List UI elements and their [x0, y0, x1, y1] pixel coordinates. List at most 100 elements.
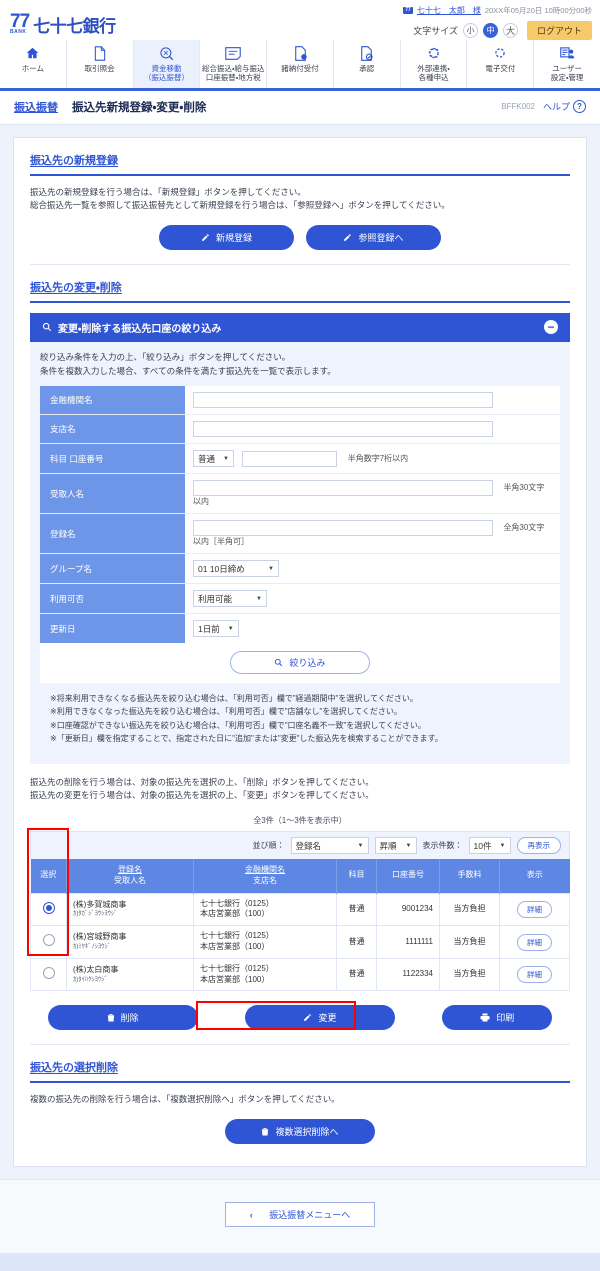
- nav-label-e-delivery: 電子交付: [485, 64, 516, 73]
- filter-header-left: 変更・削除する振込先口座の絞り込み: [42, 320, 221, 335]
- row-account: 1111111: [376, 925, 440, 959]
- text-size-small-button[interactable]: 小: [462, 23, 478, 38]
- header-right: 77 七十七 太郎 様 20XX年05月20日 10時00分00秒 文字サイズ …: [403, 4, 592, 40]
- filter-panel-header[interactable]: 変更・削除する振込先口座の絞り込み −: [30, 312, 570, 342]
- logout-button[interactable]: ログアウト: [526, 21, 592, 40]
- result-table-wrapper: 選択 登録名 受取人名 金融機関名 支店名 科目 口座番号 手数料 表示 (株)…: [27, 828, 570, 992]
- sort-field-select[interactable]: 登録名 ▼: [290, 837, 369, 855]
- col-name: 登録名 受取人名: [66, 859, 194, 894]
- row-detail-button[interactable]: 詳細: [517, 900, 552, 918]
- account-type-select[interactable]: 普通 ▼: [193, 450, 234, 468]
- update-date-select[interactable]: 1日前 ▼: [193, 620, 239, 638]
- table-row[interactable]: (株)宮城野商事 ｶ)ﾐﾔｷﾞﾉｼﾖｳｼﾞ 七十七銀行（0125） 本店営業部（…: [30, 925, 570, 959]
- nav-label-inquiry: 取引照会: [84, 64, 115, 73]
- filter-row-availability: 利用可否 利用可能 ▼: [40, 583, 560, 615]
- reference-register-button[interactable]: 参照登録へ: [306, 224, 441, 250]
- row-radio[interactable]: [42, 901, 55, 914]
- titlebar-right: BFFK002 ヘルプ ?: [501, 100, 586, 114]
- row-detail-button[interactable]: 詳細: [517, 933, 552, 951]
- home-icon: [1, 45, 65, 61]
- printer-icon: [480, 1013, 490, 1022]
- action-instructions: 振込先の削除を行う場合は、対象の振込先を選択の上、「削除」ボタンを押してください…: [30, 776, 570, 803]
- recipients-table-body: (株)多賀城商事 ｶ)ﾀｶﾞｼﾞﾖｳｼﾖｳｼﾞ 七十七銀行（0125） 本店営業…: [30, 892, 570, 992]
- new-register-description: 振込先の新規登録を行う場合は、「新規登録」ボタンを押してください。 総合振込先一…: [30, 186, 570, 213]
- text-size-medium-button[interactable]: 中: [482, 23, 498, 38]
- filter-note-item: ※利用できなくなった振込先を絞り込む場合は、「利用可否」欄で"店舗なし"を選択し…: [50, 707, 402, 717]
- trash-icon: [261, 1127, 269, 1136]
- header-top-row: 77 BANK 七十七銀行 77 七十七 太郎 様 20XX年05月20日 10…: [0, 2, 600, 40]
- col-fee: 手数料: [439, 859, 500, 894]
- main-card: 振込先の新規登録 振込先の新規登録を行う場合は、「新規登録」ボタンを押してくださ…: [13, 136, 587, 1168]
- sort-order-select[interactable]: 昇順 ▼: [374, 837, 417, 855]
- delete-button[interactable]: 削除: [47, 1005, 198, 1031]
- row-subject: 普通: [336, 925, 377, 959]
- user-settings-icon: [535, 45, 599, 61]
- global-nav: ホーム 取引照会 資金移動 （振込振替） 総合振込・給与振込 口座振替・地方税: [0, 40, 600, 88]
- row-radio[interactable]: [42, 934, 55, 947]
- bank-name-input[interactable]: [193, 392, 493, 409]
- branch-name-input[interactable]: [193, 421, 493, 438]
- modify-button[interactable]: 変更: [244, 1005, 395, 1031]
- row-name: (株)多賀城商事: [73, 899, 127, 909]
- col-subject: 科目: [336, 859, 377, 894]
- bank-mark-sub: BANK: [10, 29, 27, 36]
- refresh-button[interactable]: 再表示: [516, 837, 561, 855]
- back-to-menu-button[interactable]: ‹ 振込振替メニューへ: [225, 1202, 375, 1228]
- per-page-select[interactable]: 10件 ▼: [468, 837, 511, 855]
- account-number-input[interactable]: [242, 450, 338, 467]
- nav-item-home[interactable]: ホーム: [0, 40, 66, 88]
- row-name: (株)太白商事: [73, 964, 119, 974]
- nav-item-external-link[interactable]: 外部連携・ 各種申込: [399, 40, 467, 88]
- filter-panel-body: 絞り込み条件を入力の上、「絞り込み」ボタンを押してください。 条件を複数入力した…: [30, 341, 570, 764]
- section-title-multi-delete: 振込先の選択削除: [30, 1059, 570, 1084]
- help-label: ヘルプ: [542, 102, 570, 113]
- section-divider: [30, 1044, 570, 1046]
- availability-select[interactable]: 利用可能 ▼: [193, 590, 267, 608]
- bank-logo: 77 BANK 七十七銀行: [10, 12, 116, 37]
- text-size-large-button[interactable]: 大: [502, 23, 518, 38]
- new-register-desc-line2: 総合振込先一覧を参照して振込振替先として新規登録を行う場合は、「参照登録へ」ボタ…: [30, 200, 450, 211]
- row-kana: ｶ)ﾐﾔｷﾞﾉｼﾖｳｼﾞ: [73, 943, 111, 951]
- filter-row-bank-name: 金融機関名: [40, 386, 560, 416]
- filter-submit-label: 絞り込み: [289, 658, 326, 669]
- chevron-down-icon: ▼: [227, 625, 234, 632]
- row-account: 1122334: [376, 957, 440, 992]
- table-row[interactable]: (株)太白商事 ｶ)ﾀｲﾊｸｼﾖｳｼﾞ 七十七銀行（0125） 本店営業部（10…: [30, 957, 570, 992]
- chevron-left-icon: ‹: [249, 1210, 253, 1221]
- nav-item-e-delivery[interactable]: 電子交付: [466, 40, 533, 88]
- nav-item-inquiry[interactable]: 取引照会: [65, 40, 133, 88]
- nav-item-user-settings[interactable]: ユーザー 設定・管理: [533, 40, 600, 88]
- minus-circle-icon[interactable]: −: [544, 320, 558, 335]
- nav-item-approval[interactable]: 承認: [332, 40, 400, 88]
- recipients-table-head: 選択 登録名 受取人名 金融機関名 支店名 科目 口座番号 手数料 表示: [30, 859, 570, 894]
- screen-code: BFFK002: [501, 102, 535, 112]
- breadcrumb-category[interactable]: 振込振替: [14, 99, 58, 115]
- table-row[interactable]: (株)多賀城商事 ｶ)ﾀｶﾞｼﾞﾖｳｼﾖｳｼﾞ 七十七銀行（0125） 本店営業…: [30, 892, 570, 927]
- section-divider: [30, 263, 570, 265]
- filter-submit-button[interactable]: 絞り込み: [230, 651, 370, 675]
- search-icon: [274, 658, 283, 667]
- result-count: 全3件（1～3件を表示中）: [253, 816, 347, 826]
- recipient-name-input[interactable]: [193, 480, 493, 497]
- row-radio[interactable]: [42, 966, 55, 979]
- result-sortbar: 並び順： 登録名 ▼ 昇順 ▼ 表示件数： 10件 ▼ 再表示: [30, 831, 570, 860]
- new-register-button[interactable]: 新規登録: [159, 224, 294, 250]
- nav-item-bulk-transfer[interactable]: 総合振込・給与振込 口座振替・地方税: [199, 40, 266, 88]
- result-action-buttons: 削除 変更 印刷: [30, 1001, 570, 1031]
- row-bank: 七十七銀行（0125）: [200, 931, 274, 941]
- nav-item-payments[interactable]: 諸納付受付: [266, 40, 333, 88]
- row-detail-button[interactable]: 詳細: [517, 966, 552, 984]
- multi-delete-button[interactable]: 複数選択削除へ: [225, 1119, 375, 1145]
- filter-row-register-name: 登録名 全角30文字以内［半角可］: [40, 513, 560, 555]
- print-button[interactable]: 印刷: [442, 1005, 553, 1031]
- section-title-new-register: 振込先の新規登録: [30, 152, 570, 176]
- row-kana: ｶ)ﾀｲﾊｸｼﾖｳｼﾞ: [73, 975, 108, 983]
- row-subject: 普通: [336, 957, 377, 992]
- filter-note-item: ※口座確認ができない振込先を絞り込む場合は、「利用可否」欄で"口座名義不一致"を…: [50, 720, 426, 730]
- help-link[interactable]: ヘルプ ?: [542, 100, 586, 114]
- group-name-select[interactable]: 01 10日締め ▼: [193, 560, 279, 578]
- row-branch: 本店営業部（100）: [200, 974, 270, 984]
- col-account: 口座番号: [376, 859, 440, 894]
- register-name-input[interactable]: [193, 520, 493, 537]
- nav-item-funds-transfer[interactable]: 資金移動 （振込振替）: [132, 40, 200, 88]
